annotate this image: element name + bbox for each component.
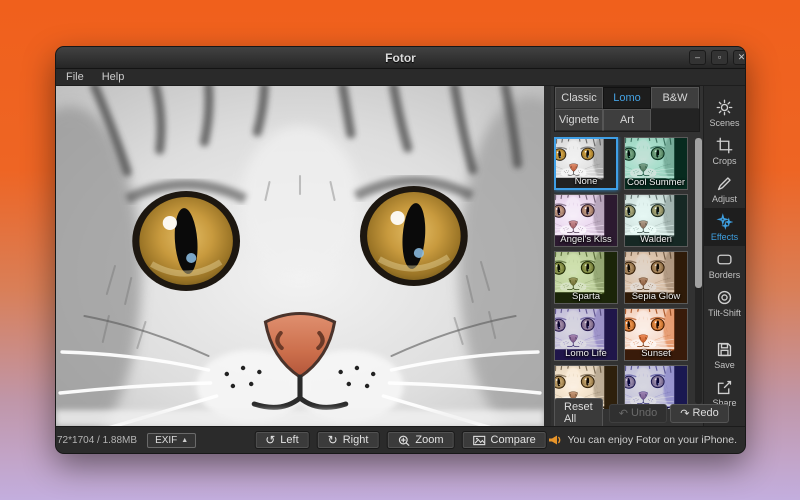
undo-button[interactable]: ↶ Undo bbox=[609, 404, 668, 423]
sidebar-item-tilt-shift[interactable]: Tilt-Shift bbox=[704, 284, 745, 322]
frame-icon bbox=[716, 251, 733, 268]
sidebar-item-crops[interactable]: Crops bbox=[704, 132, 745, 170]
canvas-toolbar: ↺ Left ↻ Right Zoom Compare bbox=[254, 431, 547, 449]
filter-label: Walden bbox=[625, 234, 687, 245]
compare-icon bbox=[473, 435, 486, 446]
status-bar: 72*1704 / 1.88MB EXIF ▲ ↺ Left ↻ Right Z… bbox=[56, 426, 745, 453]
sidebar-item-borders[interactable]: Borders bbox=[704, 246, 745, 284]
filter-label: Lomo Life bbox=[555, 348, 617, 359]
filter-label: Sunset bbox=[625, 348, 687, 359]
content-area: Classic Lomo B&W Vignette Art None Cool … bbox=[56, 86, 745, 426]
rotate-right-icon: ↻ bbox=[328, 434, 338, 446]
zoom-button[interactable]: Zoom bbox=[386, 431, 454, 449]
filter-label: Sepia Glow bbox=[625, 291, 687, 302]
effects-panel: Classic Lomo B&W Vignette Art None Cool … bbox=[551, 86, 703, 426]
panel-scrollbar[interactable] bbox=[695, 138, 702, 404]
filter-cool-summer[interactable]: Cool Summer bbox=[624, 137, 688, 190]
title-bar: Fotor – ▫ ✕ bbox=[56, 47, 745, 69]
undo-icon: ↶ bbox=[619, 407, 628, 420]
sidebar-item-scenes[interactable]: Scenes bbox=[704, 94, 745, 132]
tab-vignette[interactable]: Vignette bbox=[555, 109, 603, 131]
rotate-left-button[interactable]: ↺ Left bbox=[254, 431, 309, 449]
compare-button[interactable]: Compare bbox=[462, 431, 547, 449]
filter-label: None bbox=[556, 176, 616, 187]
reset-all-button[interactable]: Reset All bbox=[554, 398, 603, 428]
scrollbar-thumb[interactable] bbox=[695, 138, 702, 288]
zoom-plus-icon bbox=[397, 435, 410, 446]
filter-thumbnail-grid: None Cool Summer Angel's Kiss Walden bbox=[554, 137, 700, 409]
photo-canvas bbox=[56, 86, 551, 426]
rotate-left-icon: ↺ bbox=[265, 434, 275, 446]
chevron-up-icon: ▲ bbox=[181, 437, 188, 444]
close-button[interactable]: ✕ bbox=[733, 50, 746, 65]
cat-photo bbox=[56, 86, 544, 426]
sidebar-item-adjust[interactable]: Adjust bbox=[704, 170, 745, 208]
tab-art[interactable]: Art bbox=[603, 109, 651, 131]
window-controls: – ▫ ✕ bbox=[689, 50, 743, 65]
tab-bw[interactable]: B&W bbox=[651, 87, 699, 109]
exif-button[interactable]: EXIF ▲ bbox=[147, 433, 196, 448]
filter-lomo-life[interactable]: Lomo Life bbox=[554, 308, 618, 361]
filter-label: Cool Summer bbox=[625, 177, 687, 188]
tools-sidebar: Scenes Crops Adjust bbox=[703, 86, 745, 426]
effect-category-tabs: Classic Lomo B&W Vignette Art bbox=[554, 86, 700, 132]
filter-sunset[interactable]: Sunset bbox=[624, 308, 688, 361]
pencil-icon bbox=[716, 175, 733, 192]
filter-sparta[interactable]: Sparta bbox=[554, 251, 618, 304]
menu-help[interactable]: Help bbox=[94, 70, 133, 84]
menu-file[interactable]: File bbox=[58, 70, 92, 84]
image-info: 72*1704 / 1.88MB bbox=[57, 435, 137, 446]
megaphone-icon bbox=[548, 434, 562, 446]
menu-bar: File Help bbox=[56, 69, 745, 86]
redo-button[interactable]: ↷ Redo bbox=[670, 404, 729, 423]
filter-label: Sparta bbox=[555, 291, 617, 302]
floppy-icon bbox=[716, 341, 733, 358]
tab-lomo[interactable]: Lomo bbox=[603, 87, 651, 109]
iphone-promo[interactable]: You can enjoy Fotor on your iPhone. bbox=[548, 434, 737, 446]
filter-label: Angel's Kiss bbox=[555, 234, 617, 245]
tab-spacer bbox=[651, 109, 699, 131]
window-title: Fotor bbox=[385, 51, 416, 65]
sparkles-icon bbox=[716, 213, 733, 230]
sidebar-item-save[interactable]: Save bbox=[704, 336, 745, 374]
fotor-window: Fotor – ▫ ✕ File Help Classic Lomo B&W V… bbox=[55, 46, 746, 454]
rotate-right-button[interactable]: ↻ Right bbox=[317, 431, 380, 449]
filter-none[interactable]: None bbox=[554, 137, 618, 190]
redo-icon: ↷ bbox=[680, 407, 689, 420]
filter-walden[interactable]: Walden bbox=[624, 194, 688, 247]
sun-icon bbox=[716, 99, 733, 116]
minimize-button[interactable]: – bbox=[689, 50, 706, 65]
tab-classic[interactable]: Classic bbox=[555, 87, 603, 109]
crop-icon bbox=[716, 137, 733, 154]
target-icon bbox=[716, 289, 733, 306]
effects-action-bar: Reset All ↶ Undo ↷ Redo bbox=[554, 402, 700, 424]
filter-angels-kiss[interactable]: Angel's Kiss bbox=[554, 194, 618, 247]
maximize-button[interactable]: ▫ bbox=[711, 50, 728, 65]
promo-text: You can enjoy Fotor on your iPhone. bbox=[568, 434, 737, 446]
share-icon bbox=[716, 379, 733, 396]
filter-sepia-glow[interactable]: Sepia Glow bbox=[624, 251, 688, 304]
sidebar-item-effects[interactable]: Effects bbox=[704, 208, 745, 246]
